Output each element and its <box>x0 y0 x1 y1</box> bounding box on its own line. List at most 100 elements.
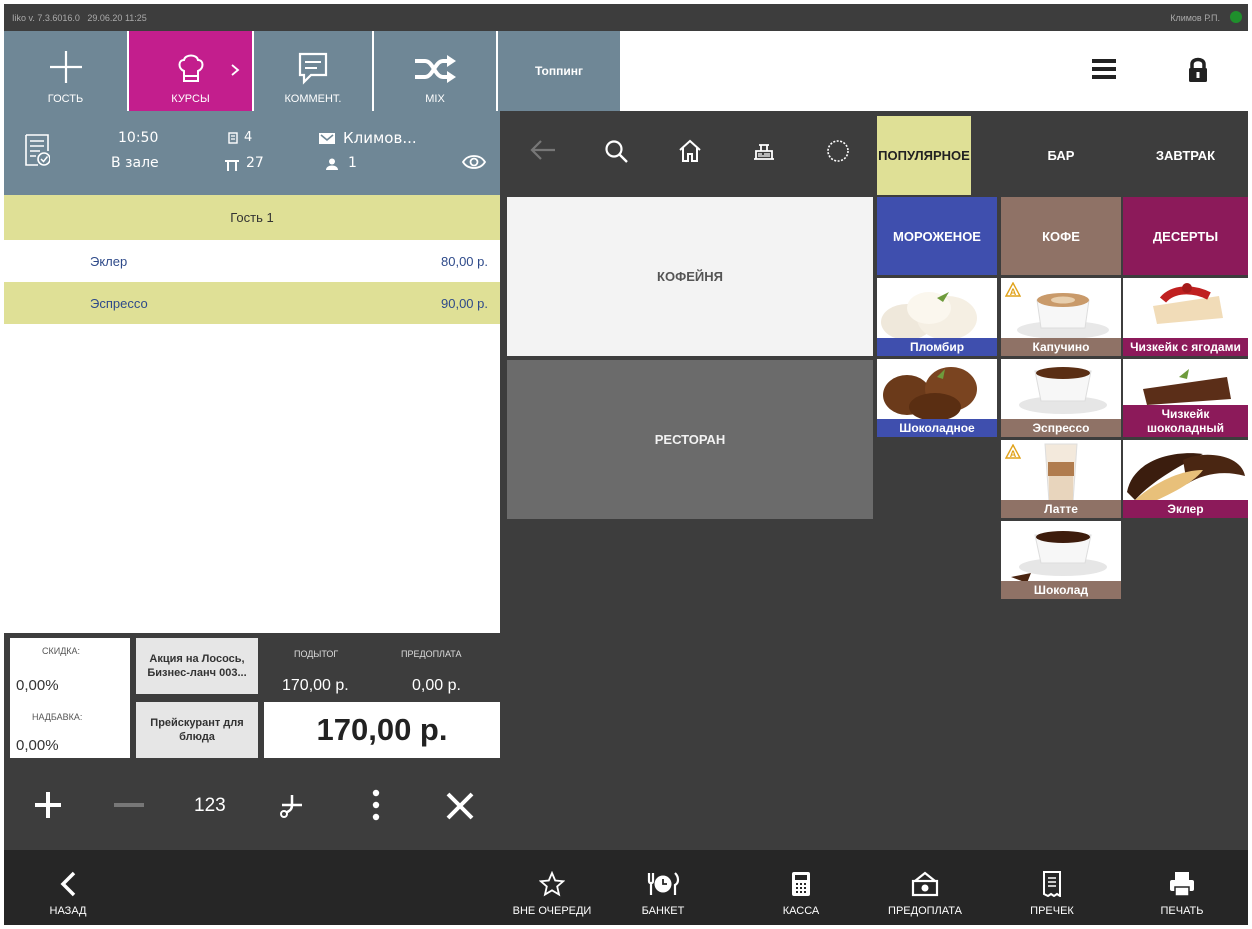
precheck-label: ПРЕЧЕК <box>1030 905 1074 917</box>
product-name: Шоколад <box>1001 581 1121 599</box>
chevron-right-icon <box>231 64 240 76</box>
eye-icon[interactable] <box>462 154 486 170</box>
receipt-icon <box>1043 871 1061 897</box>
guests-count-icon <box>228 132 238 144</box>
plus-icon <box>49 51 82 83</box>
table-number: 27 <box>246 155 264 171</box>
prepay-label: ПРЕДОПЛАТА <box>401 649 462 659</box>
connection-status-icon <box>1230 11 1242 23</box>
banquet-button[interactable]: БАНКЕТ <box>618 850 708 925</box>
toolbar-blank-area <box>620 31 1248 111</box>
totals-panel: СКИДКА: 0,00% НАДБАВКА: 0,00% Акция на Л… <box>4 633 500 761</box>
out-of-queue-label: ВНЕ ОЧЕРЕДИ <box>512 905 592 917</box>
cash-button[interactable]: КАССА <box>756 850 846 925</box>
scale-icon[interactable] <box>752 139 776 161</box>
star-icon <box>539 871 565 897</box>
increase-icon[interactable] <box>34 791 62 819</box>
print-button[interactable]: ПЕЧАТЬ <box>1142 850 1222 925</box>
order-header: 10:50 В зале 4 27 Климов... 1 <box>4 111 500 195</box>
print-label: ПЕЧАТЬ <box>1160 905 1204 917</box>
product-name: Капучино <box>1001 338 1121 356</box>
more-vertical-icon[interactable] <box>372 789 380 821</box>
out-of-queue-button[interactable]: ВНЕ ОЧЕРЕДИ <box>504 850 600 925</box>
status-bar: Iiko v. 7.3.6016.0 29.06.20 11:25 Климов… <box>4 4 1248 31</box>
scissors-icon[interactable] <box>278 791 304 819</box>
product-chocolate[interactable]: Шоколад <box>1001 521 1121 599</box>
order-item[interactable]: Эклер 80,00 р. <box>4 240 500 282</box>
product-cheesecake-berries[interactable]: Чизкейк с ягодами <box>1123 278 1248 356</box>
category-coffee[interactable]: КОФЕ <box>1001 197 1121 275</box>
section-restaurant[interactable]: РЕСТОРАН <box>507 360 873 519</box>
quantity-button[interactable]: 123 <box>194 795 226 817</box>
guest-header[interactable]: Гость 1 <box>4 195 500 240</box>
product-plombir[interactable]: Пломбир <box>877 278 997 356</box>
prepay-label: ПРЕДОПЛАТА <box>888 905 962 917</box>
svg-text:A: A <box>1010 449 1017 459</box>
precheck-button[interactable]: ПРЕЧЕК <box>1012 850 1092 925</box>
comment-label: КОММЕНТ. <box>284 93 342 105</box>
loading-circle-icon[interactable] <box>826 139 850 163</box>
product-eclair[interactable]: Эклер <box>1123 440 1248 518</box>
mix-label: MIX <box>425 93 445 105</box>
section-coffee-shop[interactable]: КОФЕЙНЯ <box>507 197 873 356</box>
alert-badge-icon: A <box>1005 444 1021 459</box>
home-icon[interactable] <box>678 139 702 163</box>
back-arrow-icon[interactable] <box>530 139 556 161</box>
lock-icon[interactable] <box>1188 57 1208 83</box>
tab-breakfast[interactable]: ЗАВТРАК <box>1123 116 1248 195</box>
printer-icon <box>1170 872 1194 897</box>
product-name: Чизкейк шоколадный <box>1123 405 1248 437</box>
discount-box[interactable]: СКИДКА: 0,00% НАДБАВКА: 0,00% <box>10 638 130 758</box>
comment-button[interactable]: КОММЕНТ. <box>254 31 372 111</box>
close-icon[interactable] <box>446 792 474 820</box>
tab-popular[interactable]: ПОПУЛЯРНОЕ <box>877 116 971 195</box>
add-guest-label: ГОСТЬ <box>47 93 84 105</box>
order-location: В зале <box>111 155 159 171</box>
markup-value: 0,00% <box>16 737 59 754</box>
comment-icon <box>298 52 328 85</box>
shuffle-icon <box>415 55 456 83</box>
prepay-value: 0,00 р. <box>412 677 461 694</box>
product-latte[interactable]: A Латте <box>1001 440 1121 518</box>
persons-count: 1 <box>348 155 357 171</box>
prepay-icon <box>911 871 939 897</box>
product-name: Эклер <box>1123 500 1248 518</box>
prepay-button[interactable]: ПРЕДОПЛАТА <box>872 850 978 925</box>
add-guest-button[interactable]: ГОСТЬ <box>4 31 127 111</box>
discount-value: 0,00% <box>16 677 59 694</box>
cash-label: КАССА <box>782 905 820 917</box>
total-box: 170,00 р. <box>264 702 500 758</box>
subtotal-value: 170,00 р. <box>282 677 349 694</box>
mix-button[interactable]: MIX <box>374 31 496 111</box>
tab-bar[interactable]: БАР <box>1001 116 1121 195</box>
back-button[interactable]: НАЗАД <box>4 850 132 925</box>
guests-count: 4 <box>244 130 253 145</box>
discount-label: СКИДКА: <box>42 646 81 656</box>
courses-button[interactable]: КУРСЫ <box>129 31 252 111</box>
order-item-price: 90,00 р. <box>441 295 488 311</box>
product-cheesecake-chocolate[interactable]: Чизкейк шоколадный <box>1123 359 1248 437</box>
product-espresso[interactable]: Эспрессо <box>1001 359 1121 437</box>
current-user: Климов Р.П. <box>1170 13 1220 23</box>
menu-nav-bar <box>500 111 877 195</box>
promo-button[interactable]: Акция на Лосось, Бизнес-ланч 003... <box>136 638 258 694</box>
table-icon <box>225 160 239 171</box>
search-icon[interactable] <box>604 139 628 163</box>
waiter-icon <box>319 133 335 144</box>
category-icecream[interactable]: МОРОЖЕНОЕ <box>877 197 997 275</box>
order-item-selected[interactable]: Эспрессо 90,00 р. <box>4 282 500 324</box>
order-item-name: Эспрессо <box>90 295 148 311</box>
pricelist-button[interactable]: Прейскурант для блюда <box>136 702 258 758</box>
product-chocolate-icecream[interactable]: Шоколадное <box>877 359 997 437</box>
category-desserts[interactable]: ДЕСЕРТЫ <box>1123 197 1248 275</box>
markup-label: НАДБАВКА: <box>32 712 83 722</box>
decrease-icon[interactable] <box>114 803 144 807</box>
alert-badge-icon: A <box>1005 282 1021 297</box>
product-cappuccino[interactable]: A Капучино <box>1001 278 1121 356</box>
menu-icon[interactable] <box>1092 59 1116 79</box>
banquet-label: БАНКЕТ <box>641 905 685 917</box>
topping-button[interactable]: Топпинг <box>498 31 620 111</box>
product-name: Чизкейк с ягодами <box>1123 338 1248 356</box>
order-item-name: Эклер <box>90 253 128 269</box>
svg-text:A: A <box>1010 287 1017 297</box>
